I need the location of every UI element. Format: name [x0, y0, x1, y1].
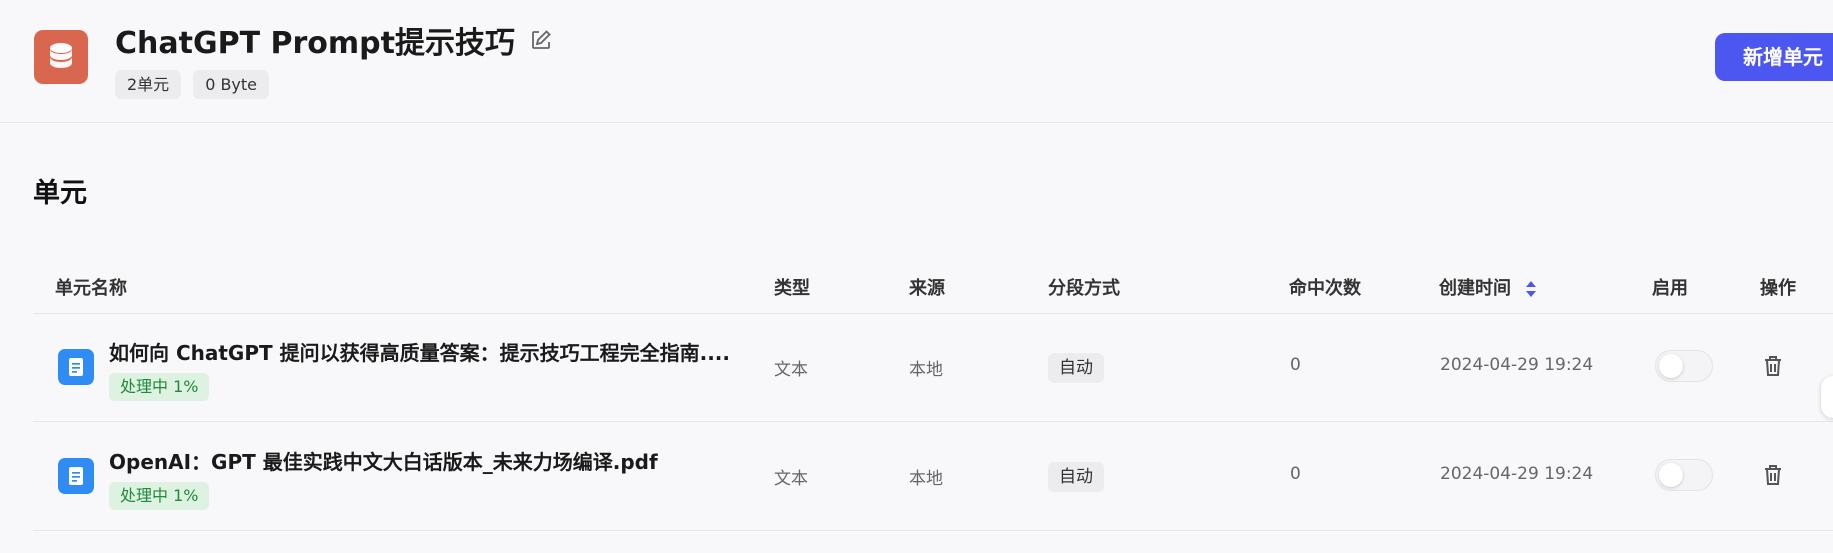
status-badge: 处理中 1% — [109, 482, 210, 510]
created-cell: 2024-04-29 19:24 — [1440, 464, 1594, 484]
created-cell: 2024-04-29 19:24 — [1440, 355, 1594, 375]
table-row[interactable]: 如何向 ChatGPT 提问以获得高质量答案：提示技巧工程完全指南.... 处理… — [33, 313, 1833, 422]
document-icon — [58, 458, 94, 494]
status-badge: 处理中 1% — [109, 373, 210, 401]
side-scroll-handle[interactable] — [1821, 376, 1833, 418]
dataset-meta: 2单元 0 Byte — [115, 70, 270, 99]
size-badge: 0 Byte — [193, 70, 270, 99]
segment-badge: 自动 — [1048, 462, 1104, 492]
page-title: ChatGPT Prompt提示技巧 — [115, 26, 515, 61]
unit-name[interactable]: 如何向 ChatGPT 提问以获得高质量答案：提示技巧工程完全指南.... — [109, 337, 749, 366]
trash-icon[interactable] — [1762, 354, 1784, 378]
source-cell: 本地 — [909, 360, 943, 380]
header-type: 类型 — [774, 278, 810, 299]
header-source: 来源 — [909, 278, 945, 299]
header-hits: 命中次数 — [1289, 278, 1361, 299]
type-cell: 文本 — [774, 469, 808, 489]
header-created[interactable]: 创建时间 — [1439, 274, 1537, 300]
dataset-header: ChatGPT Prompt提示技巧 2单元 0 Byte 新增单元 — [0, 0, 1833, 123]
trash-icon[interactable] — [1762, 463, 1784, 487]
unit-name[interactable]: OpenAI：GPT 最佳实践中文大白话版本_未来力场编译.pdf — [109, 446, 749, 475]
header-segment: 分段方式 — [1048, 278, 1120, 299]
type-cell: 文本 — [774, 360, 808, 380]
table-header: 单元名称 类型 来源 分段方式 命中次数 创建时间 启用 操作 — [33, 256, 1833, 314]
edit-icon[interactable] — [529, 28, 553, 52]
header-actions: 操作 — [1760, 278, 1796, 299]
sort-icon[interactable] — [1525, 280, 1537, 298]
segment-badge: 自动 — [1048, 353, 1104, 383]
hits-cell: 0 — [1290, 464, 1301, 484]
header-enabled: 启用 — [1652, 278, 1688, 299]
new-unit-button[interactable]: 新增单元 — [1715, 33, 1833, 81]
enable-toggle[interactable] — [1655, 459, 1713, 491]
database-icon-glyph — [50, 43, 72, 68]
document-icon — [58, 349, 94, 385]
enable-toggle[interactable] — [1655, 350, 1713, 382]
source-cell: 本地 — [909, 469, 943, 489]
title-row: ChatGPT Prompt提示技巧 — [115, 18, 553, 62]
table-row[interactable]: OpenAI：GPT 最佳实践中文大白话版本_未来力场编译.pdf 处理中 1%… — [33, 422, 1833, 531]
toggle-knob — [1659, 463, 1683, 487]
section-title: 单元 — [33, 178, 87, 209]
header-created-label: 创建时间 — [1439, 278, 1511, 299]
toggle-knob — [1659, 354, 1683, 378]
header-name: 单元名称 — [55, 278, 127, 299]
unit-count-badge: 2单元 — [115, 70, 182, 99]
database-icon — [34, 30, 88, 84]
hits-cell: 0 — [1290, 355, 1301, 375]
